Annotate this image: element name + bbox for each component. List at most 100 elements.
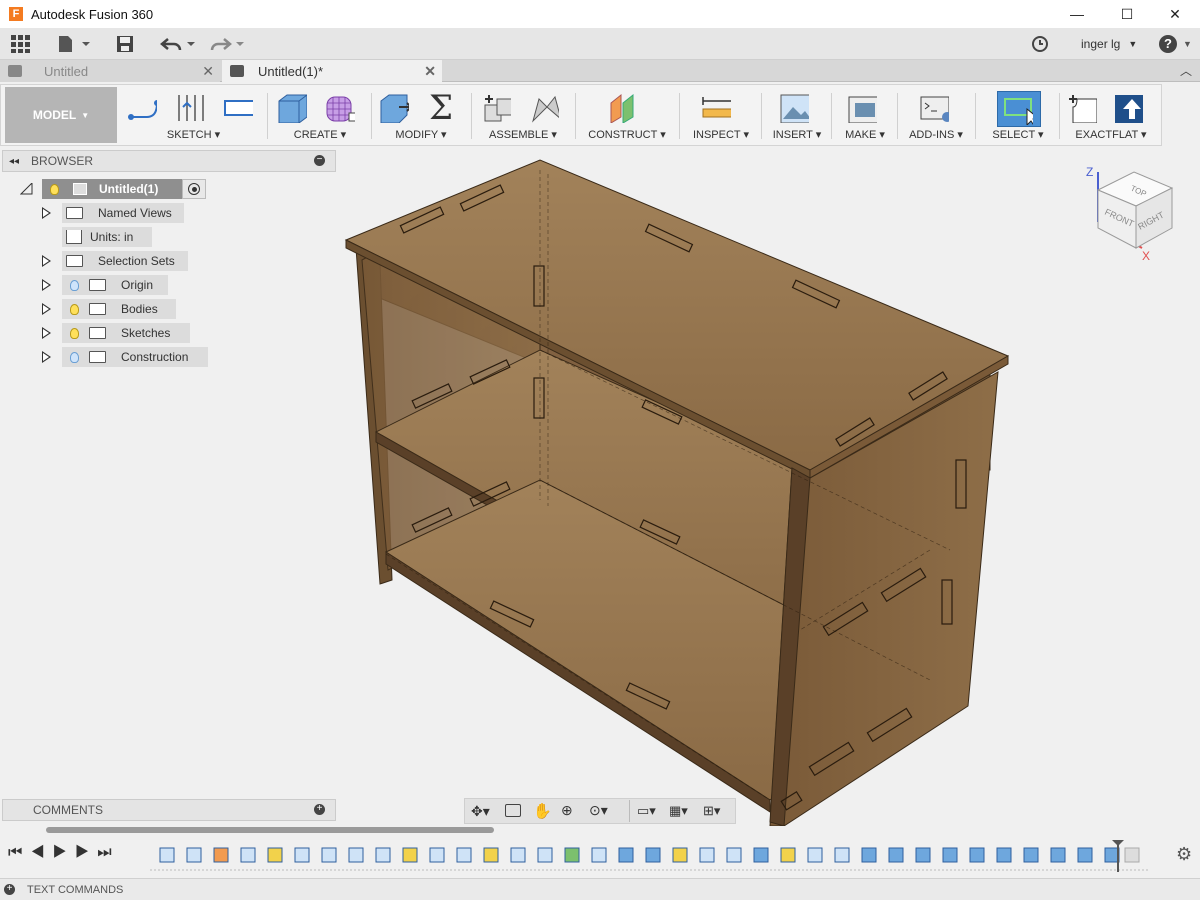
slot-sketch-icon[interactable] bbox=[175, 93, 205, 123]
text-commands-bar[interactable]: + TEXT COMMANDS bbox=[0, 878, 1200, 900]
tab-untitled[interactable]: Untitled ✕ bbox=[0, 60, 220, 82]
ribbon-toolbar: MODEL ▼ SKETCH ▾ CREATE ▾ Σ MODIFY ▾ ASS… bbox=[0, 84, 1162, 146]
exactflat-new-icon[interactable] bbox=[1067, 93, 1097, 123]
exactflat-group[interactable]: EXACTFLAT ▾ bbox=[1063, 87, 1159, 143]
job-status-clock-icon[interactable] bbox=[1031, 34, 1049, 54]
visibility-bulb-icon[interactable] bbox=[70, 279, 79, 291]
select-group[interactable]: SELECT ▾ bbox=[981, 87, 1055, 143]
expanded-triangle-icon[interactable] bbox=[20, 183, 34, 195]
document-tabs: Untitled ✕ Untitled(1)* ✕ ︿ bbox=[0, 60, 1200, 82]
new-component-icon[interactable] bbox=[481, 93, 511, 123]
close-tab-icon[interactable]: ✕ bbox=[202, 63, 214, 80]
activate-radio[interactable] bbox=[182, 179, 206, 199]
root-component-node[interactable]: Untitled(1) bbox=[42, 179, 200, 199]
offset-plane-icon[interactable] bbox=[607, 93, 637, 123]
look-at-icon[interactable] bbox=[505, 804, 521, 817]
tab-label: Untitled(1)* bbox=[258, 63, 324, 79]
sketches-node[interactable]: Sketches bbox=[62, 323, 190, 343]
window-select-icon[interactable] bbox=[1003, 95, 1033, 125]
horizontal-scrollbar[interactable] bbox=[0, 826, 1200, 834]
joint-icon[interactable] bbox=[529, 93, 559, 123]
sigma-parameters-icon[interactable]: Σ bbox=[429, 91, 459, 125]
exactflat-export-icon[interactable] bbox=[1113, 93, 1143, 123]
press-pull-icon[interactable] bbox=[379, 93, 409, 123]
cabinet-3d-model[interactable] bbox=[330, 150, 1050, 840]
tab-untitled-1[interactable]: Untitled(1)* ✕ bbox=[222, 60, 442, 82]
visibility-bulb-icon[interactable] bbox=[70, 327, 79, 339]
create-group[interactable]: CREATE ▾ bbox=[271, 87, 369, 143]
timeline-features[interactable] bbox=[150, 840, 1150, 872]
fit-icon[interactable]: ⊙▾ bbox=[589, 802, 608, 819]
visibility-bulb-icon[interactable] bbox=[70, 351, 79, 363]
chevron-down-icon: ▼ bbox=[81, 110, 90, 120]
construction-node[interactable]: Construction bbox=[62, 347, 208, 367]
timeline-settings-gear-icon[interactable]: ⚙ bbox=[1176, 844, 1192, 865]
chevron-up-icon[interactable]: ︿ bbox=[1180, 62, 1192, 79]
rectangle-sketch-icon[interactable] bbox=[223, 93, 253, 123]
sketch-group[interactable]: SKETCH ▾ bbox=[121, 87, 266, 143]
extrude-box-icon[interactable] bbox=[277, 93, 307, 123]
inspect-group[interactable]: INSPECT ▾ bbox=[683, 87, 759, 143]
expand-triangle-icon[interactable] bbox=[42, 207, 51, 219]
measure-ruler-icon[interactable] bbox=[701, 93, 731, 123]
visibility-bulb-icon[interactable] bbox=[50, 183, 59, 195]
comments-panel[interactable]: COMMENTS + bbox=[2, 799, 336, 821]
3d-print-icon[interactable] bbox=[847, 93, 877, 123]
units-node[interactable]: Units: in bbox=[62, 227, 152, 247]
component-icon bbox=[73, 183, 87, 195]
grid-menu-icon[interactable] bbox=[11, 34, 31, 54]
expand-triangle-icon[interactable] bbox=[42, 279, 51, 291]
insert-group[interactable]: INSERT ▾ bbox=[765, 87, 829, 143]
display-settings-icon[interactable]: ▭▾ bbox=[637, 803, 656, 819]
workspace-switcher[interactable]: MODEL ▼ bbox=[5, 87, 117, 143]
modify-group[interactable]: Σ MODIFY ▾ bbox=[375, 87, 467, 143]
visibility-bulb-icon[interactable] bbox=[70, 303, 79, 315]
node-label: Construction bbox=[121, 350, 189, 364]
form-sculpt-icon[interactable] bbox=[325, 93, 355, 123]
browser-header[interactable]: ◂◂ BROWSER − bbox=[2, 150, 336, 172]
maximize-button[interactable]: ☐ bbox=[1104, 0, 1150, 28]
bodies-node[interactable]: Bodies bbox=[62, 299, 176, 319]
close-tab-icon[interactable]: ✕ bbox=[424, 63, 436, 80]
expand-triangle-icon[interactable] bbox=[42, 303, 51, 315]
line-sketch-icon[interactable] bbox=[127, 93, 157, 123]
expand-triangle-icon[interactable] bbox=[42, 351, 51, 363]
construct-group[interactable]: CONSTRUCT ▾ bbox=[579, 87, 675, 143]
minimize-button[interactable]: — bbox=[1054, 0, 1100, 28]
named-views-node[interactable]: Named Views bbox=[62, 203, 184, 223]
make-group[interactable]: MAKE ▾ bbox=[835, 87, 895, 143]
radio-active-icon bbox=[188, 183, 200, 195]
pan-hand-icon[interactable]: ✋ bbox=[533, 802, 552, 820]
selection-sets-node[interactable]: Selection Sets bbox=[62, 251, 188, 271]
chevron-down-icon: ▼ bbox=[1183, 39, 1192, 49]
viewports-icon[interactable]: ⊞▾ bbox=[703, 803, 720, 819]
timeline-feature-icons[interactable] bbox=[159, 847, 1140, 863]
origin-node[interactable]: Origin bbox=[62, 275, 168, 295]
folder-icon bbox=[89, 327, 106, 339]
grid-settings-icon[interactable]: ▦▾ bbox=[669, 803, 688, 819]
add-ins-group[interactable]: ADD-INS ▾ bbox=[901, 87, 971, 143]
undo-icon[interactable] bbox=[160, 34, 196, 54]
close-window-button[interactable]: ✕ bbox=[1152, 0, 1198, 28]
insert-image-icon[interactable] bbox=[779, 93, 809, 123]
viewcube[interactable]: TOP FRONT RIGHT Z X bbox=[1080, 160, 1180, 264]
zoom-icon[interactable]: ⊕ bbox=[561, 802, 573, 819]
add-comment-icon[interactable]: + bbox=[314, 804, 325, 815]
save-icon[interactable] bbox=[116, 34, 134, 54]
expand-triangle-icon[interactable] bbox=[42, 255, 51, 267]
tab-label: Untitled bbox=[44, 63, 89, 79]
expand-text-commands-icon[interactable]: + bbox=[4, 884, 15, 895]
group-label: ADD-INS bbox=[909, 129, 955, 141]
file-menu-icon[interactable] bbox=[58, 34, 92, 54]
timeline-playback-controls[interactable]: ⏮◀▶▶⏭ bbox=[8, 844, 120, 862]
expand-triangle-icon[interactable] bbox=[42, 327, 51, 339]
scrollbar-thumb[interactable] bbox=[46, 827, 494, 833]
minimize-panel-icon[interactable]: − bbox=[314, 155, 325, 166]
help-menu[interactable]: ? ▼ bbox=[1159, 34, 1192, 54]
redo-icon[interactable] bbox=[208, 34, 248, 54]
assemble-group[interactable]: ASSEMBLE ▾ bbox=[475, 87, 571, 143]
scripts-gear-icon[interactable] bbox=[919, 93, 949, 123]
collapse-panel-icon[interactable]: ◂◂ bbox=[9, 156, 19, 167]
user-account-menu[interactable]: inger lg ▼ bbox=[1081, 34, 1137, 54]
orbit-icon[interactable]: ✥▾ bbox=[471, 803, 490, 820]
